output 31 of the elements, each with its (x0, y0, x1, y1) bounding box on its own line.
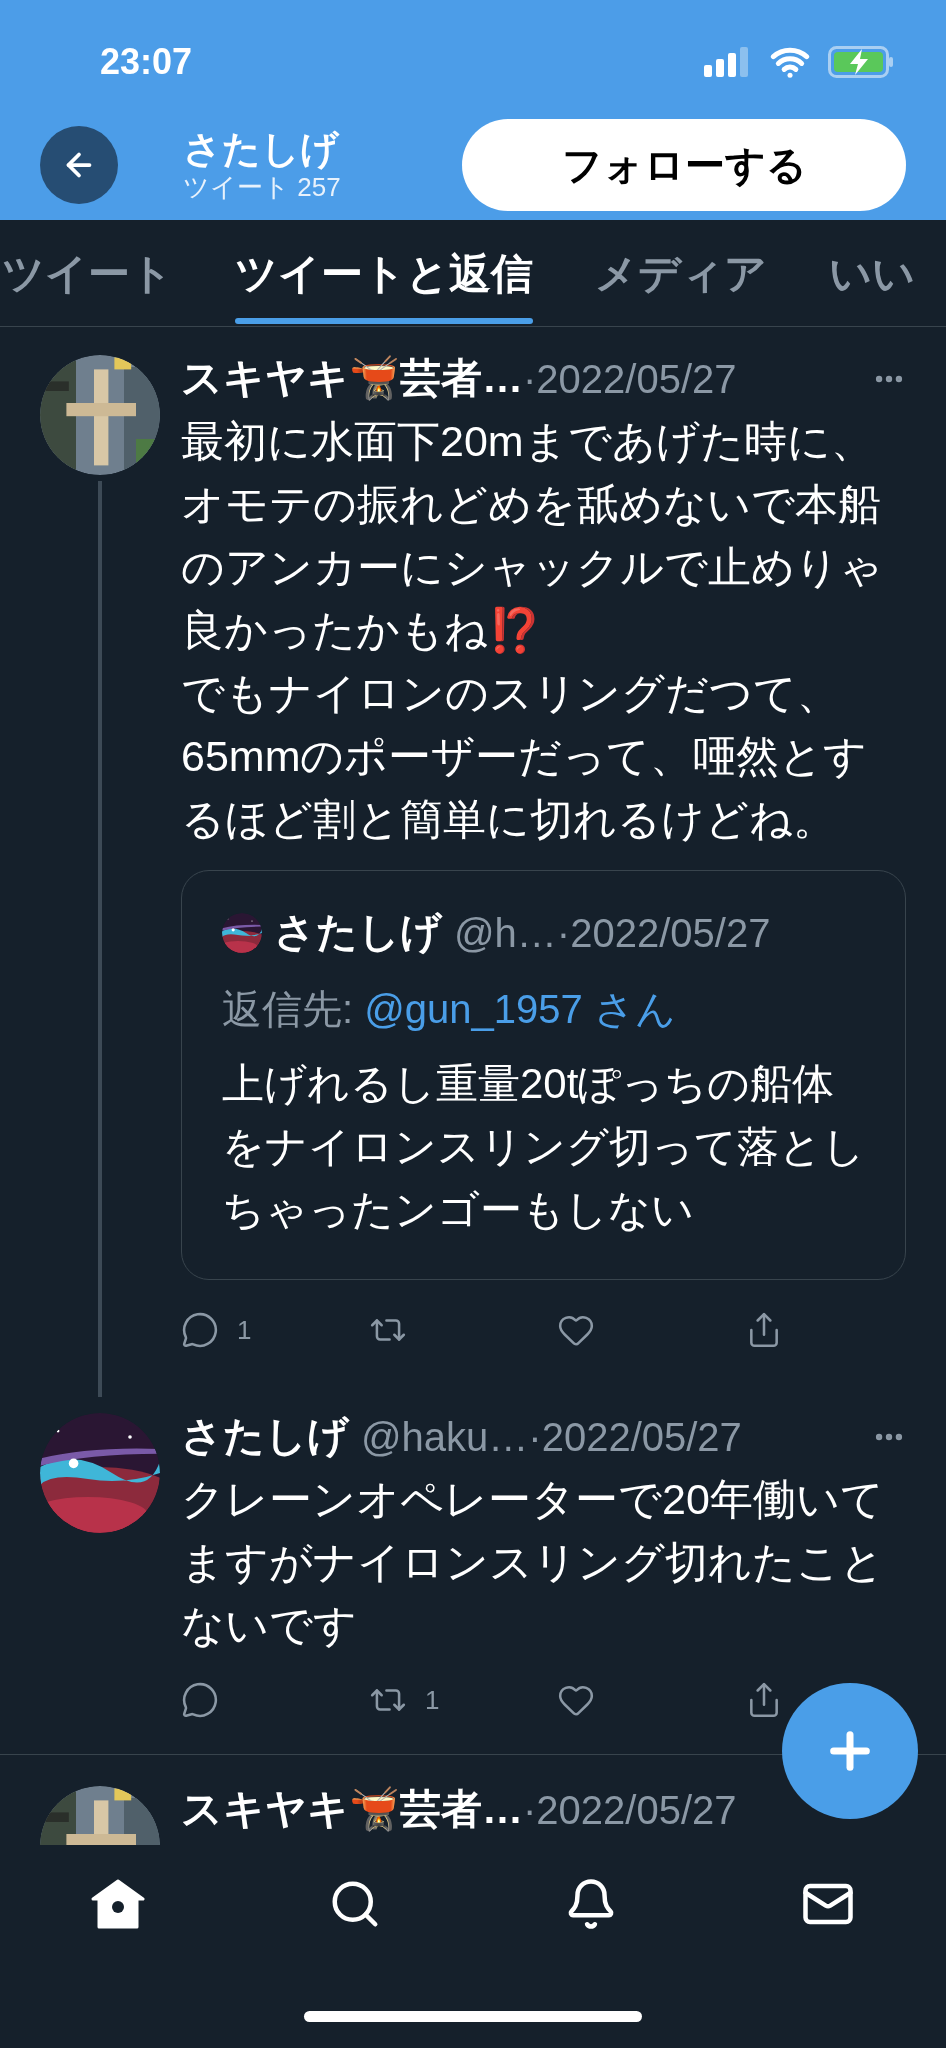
signal-icon (704, 47, 748, 77)
tweet-date: ·2022/05/27 (523, 1786, 737, 1834)
retweet-count: 1 (425, 1683, 440, 1717)
reply-icon[interactable] (181, 1311, 219, 1349)
author-handle: @h… (454, 910, 557, 957)
mention-link[interactable]: @gun_1957 さん (364, 987, 676, 1031)
quoted-text: 上げれるし重量20tぽっちの船体をナイロンスリング切って落としちゃったンゴーもしない (222, 1059, 866, 1235)
follow-button[interactable]: フォローする (462, 119, 906, 211)
tweet-date: ·2022/05/27 (528, 1413, 742, 1461)
author-name: スキヤキ🫕芸者… (181, 1784, 523, 1834)
author-name: スキヤキ🫕芸者… (181, 353, 523, 403)
tweet-date: ·2022/05/27 (556, 910, 771, 957)
tab[interactable]: メディア (595, 220, 767, 326)
reply-count: 1 (237, 1313, 252, 1347)
author-handle: @haku… (361, 1413, 529, 1461)
author-name: さたしげ (274, 908, 442, 958)
tweet-text: 最初に水面下20mまであげた時に、オモテの振れどめを舐めないで本船のアンカーにシャックルで止めりゃ良かったかもね⁉ でもナイロンのスリングだつて、65mmのポーザーだって、唖然とするほど割と簡単に切れるけどね。 (181, 416, 884, 845)
battery-charging-icon (828, 46, 894, 78)
tweet-text: クレーンオペレーターで20年働いてますがナイロンスリング切れたことないです (181, 1474, 885, 1651)
tweet-count: ツイート 257 (183, 171, 341, 203)
tweet-date: ·2022/05/27 (523, 355, 737, 403)
tab[interactable]: ツイートと返信 (235, 220, 533, 326)
tab[interactable]: いい (829, 220, 915, 326)
home-icon[interactable] (91, 1879, 146, 1929)
reply-icon[interactable] (181, 1681, 219, 1719)
reply-to-line: 返信先: @gun_1957 さん (222, 986, 677, 1033)
author-name: さたしげ (181, 1411, 349, 1461)
tab[interactable]: ツイート (2, 220, 173, 326)
profile-name: さたしげ (183, 127, 341, 171)
status-time: 23:07 (100, 40, 193, 84)
quoted-tweet[interactable]: さたしげ @h…·2022/05/27 返信先: @gun_1957 さん 上げれるし重量20tぽっちの船体をナイロンスリング切って落としちゃったンゴーもしない (181, 870, 906, 1280)
